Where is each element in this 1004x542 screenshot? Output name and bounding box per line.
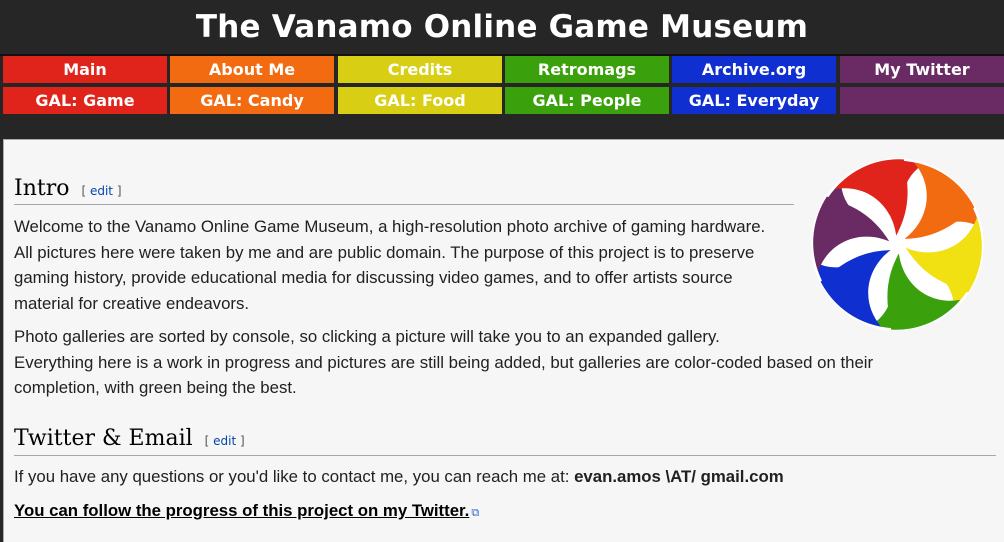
nav-button-gal-everyday[interactable]: GAL: Everyday	[672, 87, 836, 114]
intro-heading: Intro [ edit ]	[14, 176, 122, 201]
twitter-divider	[14, 455, 996, 456]
intro-p1-line: material for creative endeavors.	[14, 293, 250, 313]
intro-edit: [ edit ]	[81, 184, 122, 198]
intro-paragraph-2: Photo galleries are sorted by console, s…	[14, 324, 873, 401]
nav-button-gal-people[interactable]: GAL: People	[505, 87, 669, 114]
contact-text: If you have any questions or you'd like …	[14, 467, 575, 486]
intro-p1-line: gaming history, provide educational medi…	[14, 268, 733, 287]
nav-button-about-me[interactable]: About Me	[170, 56, 334, 83]
contact-paragraph: If you have any questions or you'd like …	[14, 464, 784, 490]
nav-button-credits[interactable]: Credits	[338, 56, 502, 83]
nav-button-my-twitter[interactable]: My Twitter	[840, 56, 1004, 83]
intro-heading-text: Intro	[14, 176, 70, 201]
rainbow-swirl-logo	[811, 158, 984, 331]
twitter-follow-link[interactable]: You can follow the progress of this proj…	[14, 501, 469, 520]
nav-button-gal-candy[interactable]: GAL: Candy	[170, 87, 334, 114]
intro-divider	[14, 204, 794, 205]
nav-button-main[interactable]: Main	[3, 56, 167, 83]
email-address: evan.amos \AT/ gmail.com	[574, 467, 784, 486]
twitter-heading-text: Twitter & Email	[14, 426, 193, 451]
nav-button-empty	[840, 87, 1004, 114]
twitter-edit-link[interactable]: edit	[213, 434, 236, 448]
nav-button-archive-org[interactable]: Archive.org	[672, 56, 836, 83]
nav-button-retromags[interactable]: Retromags	[505, 56, 669, 83]
follow-paragraph: You can follow the progress of this proj…	[14, 498, 479, 527]
site-header: The Vanamo Online Game Museum	[0, 0, 1004, 56]
twitter-edit: [ edit ]	[204, 434, 245, 448]
nav-button-gal-game[interactable]: GAL: Game	[3, 87, 167, 114]
intro-p1-line: Welcome to the Vanamo Online Game Museum…	[14, 217, 766, 236]
twitter-heading: Twitter & Email [ edit ]	[14, 426, 245, 451]
intro-p2-line: completion, with green being the best.	[14, 378, 297, 397]
site-title: The Vanamo Online Game Museum	[195, 9, 809, 45]
intro-paragraph-1: Welcome to the Vanamo Online Game Museum…	[14, 214, 765, 316]
intro-p1-line: All pictures here were taken by me and a…	[14, 242, 755, 262]
external-link-icon: ⧉	[471, 507, 480, 519]
main-content: Intro [ edit ] Welcome to the Vanamo Onl…	[3, 139, 1004, 542]
nav-button-gal-food[interactable]: GAL: Food	[338, 87, 502, 114]
intro-edit-link[interactable]: edit	[90, 184, 113, 198]
intro-p2-line: Everything here is a work in progress an…	[14, 352, 874, 372]
intro-p2-line: Photo galleries are sorted by console, s…	[14, 327, 720, 346]
nav-menu: Main About Me Credits Retromags Archive.org M…	[0, 56, 1004, 116]
